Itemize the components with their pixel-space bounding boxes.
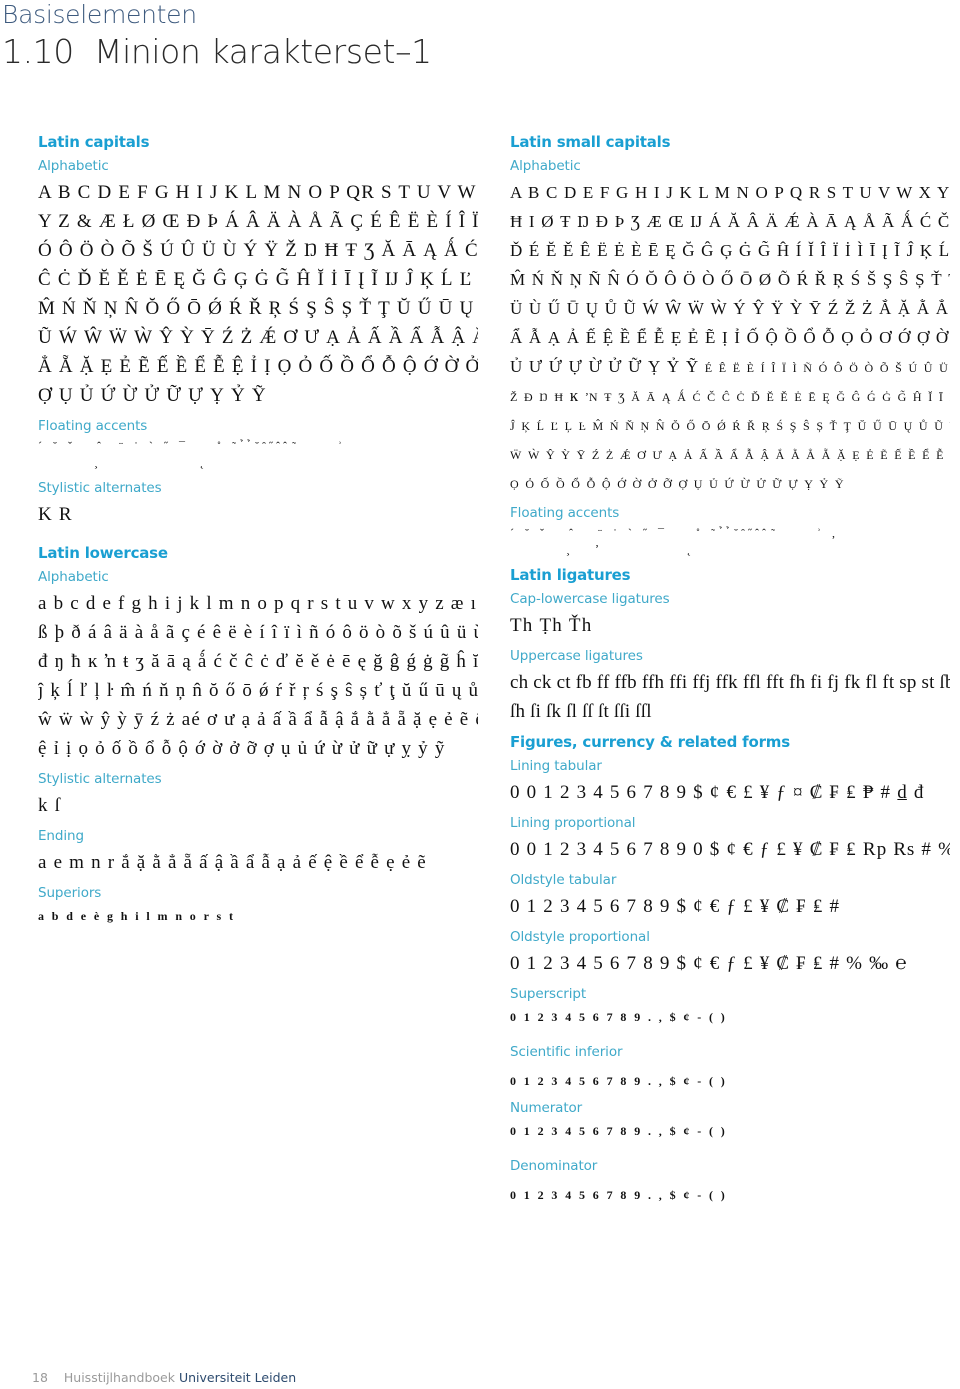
glyph-row: ß þ ð á â ä à å ã ç é ê ë è í î ï ì ñ ó … — [38, 622, 478, 643]
glyph-row: ọ ỏ ố ồ ổ ỗ ộ ớ ờ ở ỡ ợ ụ ủ ứ ừ ử ữ ự ỵ … — [510, 473, 845, 492]
glyph-row: ĵ ķ ĺ ľ ļ ŀ m̂ ń ň ņ n̂ ŏ ő ō ǿ ŕ ř ŗ ś … — [510, 415, 950, 434]
right-column: Latin small capitals Alphabetic A B C D … — [510, 130, 950, 1210]
glyph-set-small-capitals-accents: ´ ˘ ˇ ˆ ¨ ˙ ` ˝ ¯ ˚ ˜ ̉ ̉ ̆ ̑ ̋ ̂ ̂ ̃ ʾ … — [510, 525, 950, 559]
glyph-row: Y Z & Æ Ł Ø Œ Ð Þ Á Â Ä À Å Ã Ç É Ê Ë È … — [38, 211, 478, 232]
section-title-latin-small-capitals: Latin small capitals — [510, 133, 671, 151]
glyph-row: đ ŋ ħ ĸ ŉ ŧ ʒ ă ā ą ǻ ć č ĉ ċ ď ĕ ě ė ē … — [38, 651, 478, 672]
subsection-ending: Ending — [38, 828, 84, 844]
glyph-row: K R — [38, 504, 73, 525]
glyph-row: ¸ ˛ . — [38, 455, 208, 472]
subsection-superiors: Superiors — [38, 885, 102, 901]
subsection-cap-lowercase-ligatures: Cap-lowercase ligatures — [510, 591, 670, 607]
glyph-row: a b c d e f g h i j k l m n o p q r s t … — [38, 593, 478, 614]
glyph-set-lowercase-alphabetic: a b c d e f g h i j k l m n o p q r s t … — [38, 589, 478, 763]
glyph-row: 0 1 2 3 4 5 6 7 8 9 . , $ ¢ - ( ) — [510, 1188, 728, 1202]
subsection-superscript: Superscript — [510, 986, 587, 1002]
glyph-row: a e m n r ắ ặ ằ ẳ ẵ ấ ậ ầ ẩ ẫ ạ ả ế ệ ề … — [38, 852, 427, 873]
glyph-row: ſh ſi ſk ſl ſſ ſt ſſi ſſl — [510, 701, 652, 722]
glyph-row: ´ ˘ ˇ ˆ ¨ ˙ ` ˝ ¯ ˚ ˜ ̉ ̉ ̆ ̑ ̋ ̂ ̂ ̃ ʾ … — [510, 526, 839, 540]
glyph-row: k ſ — [38, 795, 62, 816]
page-footer: 18 Huisstijlhandboek Universiteit Leiden — [32, 1370, 296, 1385]
glyph-row: Th Ṭh Ťh — [510, 615, 593, 636]
subsection-alphabetic: Alphabetic — [38, 569, 109, 585]
subsection-uppercase-ligatures: Uppercase ligatures — [510, 648, 643, 664]
glyph-row: Ď É Ĕ Ě Ê Ë Ė È Ē Ę Ğ Ĝ Ģ Ġ G̃ Ĥ Í Ĭ Î Ï… — [510, 241, 950, 260]
subsection-floating-accents: Floating accents — [38, 418, 148, 434]
subsection-alphabetic: Alphabetic — [510, 158, 581, 174]
glyph-row: 0 1 2 3 4 5 6 7 8 9 . , $ ¢ - ( ) — [510, 1074, 728, 1088]
subsection-lining-proportional: Lining proportional — [510, 815, 636, 831]
subsection-floating-accents: Floating accents — [510, 505, 620, 521]
glyph-set-uppercase-ligatures: ch ck ct fb ff ffb ffh ffi ffj ffk ffl f… — [510, 668, 950, 726]
subsection-alphabetic: Alphabetic — [38, 158, 109, 174]
left-column: Latin capitals Alphabetic A B C D E F G … — [38, 130, 478, 931]
section-title-latin-capitals: Latin capitals — [38, 133, 150, 151]
glyph-set-capitals-accents: ´ ˘ ˇ ˆ ¨ ˙ ` ˝ ¯ ˚ ˜ ̉ ̉ ̆ ̑ ̋ ̂ ̂ ̃ ʾ … — [38, 438, 478, 472]
glyph-row: Ũ Ẃ Ŵ Ẅ Ẁ Ŷ Ỳ Ȳ Ź Ż Ǽ Ơ Ư Ạ Ả Ấ Ầ Ẩ Ẫ Ậ … — [38, 327, 478, 348]
glyph-row: M̂ Ń Ň Ņ N̂ Ŏ Ő Ō Ǿ Ŕ Ř Ŗ Ś Ş Ŝ Ș Ť Ţ Ŭ … — [38, 298, 478, 319]
glyph-row: 0 1 2 3 4 5 6 7 8 9 . , $ ¢ - ( ) — [510, 1010, 728, 1024]
subsection-scientific-inferior: Scientific inferior — [510, 1044, 623, 1060]
subsection-stylistic-alternates: Stylistic alternates — [38, 771, 162, 787]
glyph-row: 0 0 1 2 3 4 5 6 7 8 9 $ ¢ € £ ¥ ƒ ¤ ₡ ₣ … — [510, 782, 925, 803]
glyph-row: A B C D E F G H I J K L M N O P Q R S T … — [510, 183, 950, 202]
glyph-row: M̂ Ń Ň Ņ Ñ N̂ Ó Ŏ Ô Ö Ò Ő Ō Ø Õ Ŕ Ř Ŗ Ś … — [510, 270, 950, 289]
glyph-row: Ü Ù Ű Ū Ų Ů Ũ Ẃ Ŵ Ẅ Ẁ Ý Ŷ Ÿ Ỳ Ȳ Ź Ž Ż Ắ … — [510, 299, 950, 318]
glyph-row: 0 1 2 3 4 5 6 7 8 9 $ ¢ € ƒ £ ¥ ₡ ₣ ₤ # — [510, 896, 841, 917]
section-kicker: Basiselementen — [2, 0, 197, 29]
glyph-row: Ợ Ụ Ủ Ứ Ừ Ử Ữ Ự Ỵ Ỷ Ỹ — [38, 385, 267, 406]
section-title-latin-ligatures: Latin ligatures — [510, 566, 631, 584]
page-number: 18 — [32, 1370, 48, 1385]
glyph-set-small-capitals: A B C D E F G H I J K L M N O P Q R S T … — [510, 178, 950, 497]
subsection-stylistic-alternates: Stylistic alternates — [38, 480, 162, 496]
glyph-row: ¸ ʼ ˛ . — [510, 542, 695, 559]
subsection-oldstyle-tabular: Oldstyle tabular — [510, 872, 617, 888]
glyph-row: 0 1 2 3 4 5 6 7 8 9 . , $ ¢ - ( ) — [510, 1124, 728, 1138]
glyph-row: ệ ỉ ị ọ ỏ ố ồ ổ ỗ ộ ớ ờ ở ỡ ợ ụ ủ ứ ừ ử … — [38, 738, 446, 759]
subsection-numerator: Numerator — [510, 1100, 583, 1116]
glyph-row: A B C D E F G H I J K L M N O P QR S T U… — [38, 182, 478, 203]
glyph-row: Ĉ Ċ Ď Ĕ Ě Ė Ē Ę Ğ Ĝ Ģ Ġ G̃ Ĥ Ĭ İ Ī Į Ĩ Ĳ… — [38, 269, 478, 290]
section-title-latin-lowercase: Latin lowercase — [38, 544, 168, 562]
subsection-denominator: Denominator — [510, 1158, 598, 1174]
glyph-row: Ħ I Ø Ŧ Ŋ Ð Þ Ʒ Æ Œ Ĳ Á Ă Â Ä Ǽ À Ā Ą Å … — [510, 212, 950, 231]
glyph-set-capitals-alphabetic: A B C D E F G H I J K L M N O P QR S T U… — [38, 178, 478, 410]
glyph-row: ĵ ķ ĺ ľ ļ ŀ m̂ ń ň ņ n̂ ŏ ő ō ǿ ŕ ř ŗ ś … — [38, 680, 478, 701]
subsection-lining-tabular: Lining tabular — [510, 758, 602, 774]
glyph-row: Ủ Ư Ứ Ự Ừ Ử Ữ Ỵ Ỷ Ỹ é ê ë è í î ï ì ñ ó … — [510, 357, 950, 376]
glyph-row: ẅ ẁ ŷ ỳ ȳ ź ż ǽ ơ ư ạ ả ấ ầ ẩ ẫ ậ ắ ằ ẳ … — [510, 444, 950, 463]
publication-name: Huisstijlhandboek — [63, 1370, 175, 1385]
brand-name: Universiteit Leiden — [178, 1370, 297, 1385]
glyph-row: Ó Ô Ö Ò Õ Š Ú Û Ü Ù Ý Ÿ Ž Ŋ Ħ Ŧ Ʒ Ă Ā Ą … — [38, 240, 478, 261]
glyph-row: 0 1 2 3 4 5 6 7 8 9 $ ¢ € ƒ £ ¥ ₡ ₣ ₤ # … — [510, 953, 908, 974]
glyph-row: 0 0 1 2 3 4 5 6 7 8 9 0 $ ¢ € ƒ £ ¥ ₡ ₣ … — [510, 839, 950, 860]
subsection-oldstyle-proportional: Oldstyle proportional — [510, 929, 650, 945]
glyph-row: a b d e è g h i l m n o r s t — [38, 909, 236, 923]
glyph-row: ŵ ẅ ẁ ŷ ỳ ȳ ź ż aé ơ ư ạ ả ấ ầ ẩ ẫ ậ ắ ằ… — [38, 709, 478, 730]
glyph-row: Ẳ Ẵ Ặ Ẹ Ẻ Ẽ Ế Ề Ể Ễ Ệ Ỉ Ị Ọ Ỏ Ố Ồ Ổ Ỗ Ộ … — [38, 356, 478, 377]
page-title: 1.10 Minion karakterset–1 — [2, 32, 432, 71]
section-title-figures: Figures, currency & related forms — [510, 733, 790, 751]
glyph-row: ž đ ŋ ħ ĸ ŉ ŧ ʒ ă ā ą ǻ ć č ĉ ċ ď ĕ ě ė … — [510, 386, 950, 405]
glyph-row: Ẩ Ẫ Ạ Ả Ế Ệ Ề Ể Ễ Ẹ Ẻ Ẽ Ị Ỉ Ố Ộ Ồ Ổ Ỗ Ọ … — [510, 328, 950, 347]
glyph-row: ch ck ct fb ff ffb ffh ffi ffj ffk ffl f… — [510, 672, 950, 693]
glyph-row: ´ ˘ ˇ ˆ ¨ ˙ ` ˝ ¯ ˚ ˜ ̉ ̉ ̆ ̑ ̋ ̂ ̂ ̃ ʾ — [38, 439, 346, 453]
